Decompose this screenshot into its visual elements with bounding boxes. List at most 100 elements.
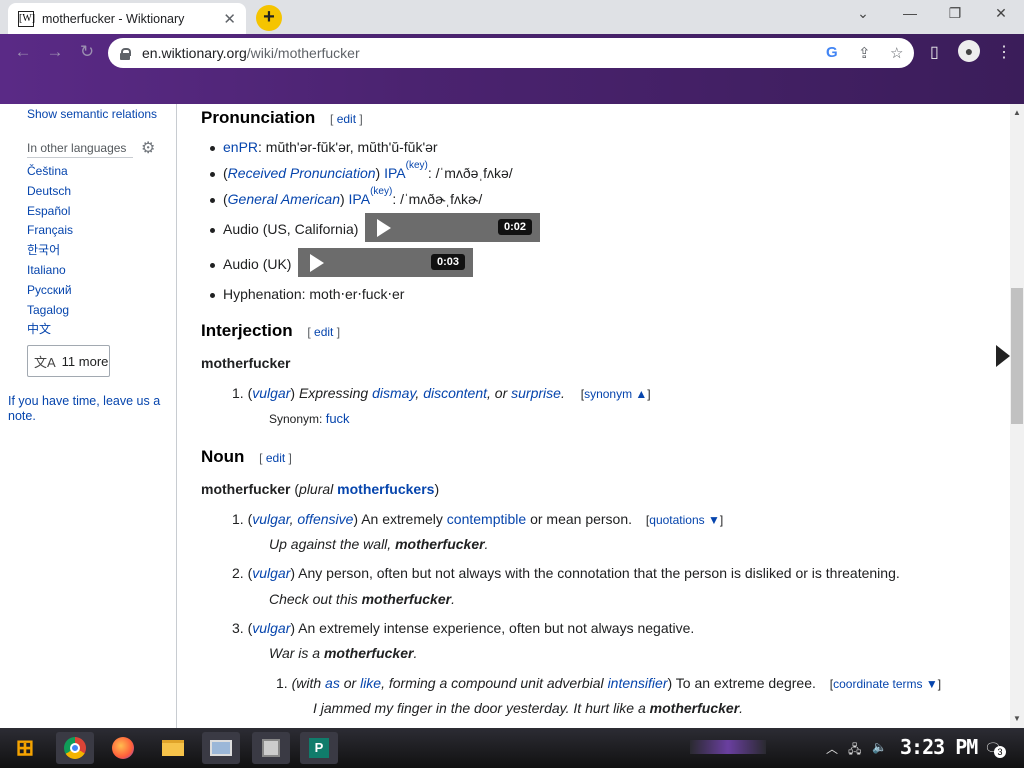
vulgar-tag-link[interactable]: vulgar	[252, 385, 290, 401]
audio-player-us[interactable]: 0:02	[365, 213, 540, 242]
language-link[interactable]: Deutsch	[27, 182, 73, 202]
language-link[interactable]: 中文	[27, 320, 73, 340]
scroll-up-icon[interactable]: ▲	[1013, 108, 1021, 117]
enpr-link[interactable]: enPR	[223, 139, 258, 155]
plural-label: plural	[299, 481, 334, 497]
language-link[interactable]: Tagalog	[27, 301, 73, 321]
gear-icon[interactable]: ⚙	[141, 138, 155, 158]
close-tab-icon[interactable]: ✕	[223, 10, 236, 28]
address-bar[interactable]: en.wiktionary.org/wiki/motherfucker G ⇪ …	[108, 38, 914, 68]
scroll-thumb[interactable]	[1011, 288, 1023, 424]
edit-wrapper: [ edit ]	[330, 112, 363, 126]
file-explorer-icon[interactable]	[154, 732, 192, 764]
received-pronunciation-link[interactable]: Received Pronunciation	[228, 165, 376, 181]
new-tab-button[interactable]: +	[256, 5, 282, 31]
audio-player-uk[interactable]: 0:03	[298, 248, 473, 277]
language-link[interactable]: Italiano	[27, 261, 73, 281]
side-panel-icon[interactable]: ▯	[930, 42, 939, 62]
quotations-toggle[interactable]: quotations ▼	[649, 513, 720, 527]
surprise-link[interactable]: surprise	[511, 385, 561, 401]
ipa-key-link[interactable]: (key)	[406, 160, 428, 171]
show-semantic-relations-link[interactable]: Show semantic relations	[27, 107, 157, 121]
share-icon[interactable]: ⇪	[858, 44, 871, 62]
gam-ipa-value: : /ˈmʌðɚˌfʌkɚ/	[392, 191, 483, 207]
synonym-toggle[interactable]: synonym ▲	[584, 387, 647, 401]
discontent-link[interactable]: discontent	[423, 385, 487, 401]
ipa-link[interactable]: IPA	[349, 191, 371, 207]
chrome-taskbar-icon[interactable]	[56, 732, 94, 764]
synonym-link[interactable]: fuck	[326, 411, 350, 426]
list-item: Audio (US, California)	[209, 221, 358, 237]
plural-link[interactable]: motherfuckers	[337, 481, 434, 497]
intensifier-link[interactable]: intensifier	[608, 675, 668, 691]
hyphenation-text: Hyphenation: moth‧er‧fuck‧er	[223, 286, 405, 302]
app-taskbar-icon[interactable]	[252, 732, 290, 764]
example-text: Check out this	[269, 591, 362, 607]
notification-count-badge: 3	[994, 746, 1006, 758]
show-hidden-icons-icon[interactable]: ︿	[826, 740, 838, 757]
vulgar-tag-link[interactable]: vulgar	[252, 565, 290, 581]
menu-dots-icon[interactable]: ⋮	[996, 42, 1012, 62]
dismay-link[interactable]: dismay	[372, 385, 415, 401]
as-link[interactable]: as	[325, 675, 340, 691]
tag-text: offensive	[297, 511, 354, 527]
language-link[interactable]: Español	[27, 202, 73, 222]
back-arrow-icon[interactable]: ←	[8, 42, 38, 62]
forward-arrow-icon[interactable]: →	[40, 42, 70, 62]
contemptible-link[interactable]: contemptible	[447, 511, 526, 527]
edit-noun-link[interactable]: edit	[266, 451, 285, 465]
network-icon[interactable]: 🖧	[848, 740, 861, 761]
vulgar-tag-link[interactable]: vulgar	[252, 620, 290, 636]
or-text: or	[343, 675, 357, 691]
noun-headword: motherfucker	[201, 481, 291, 497]
language-link[interactable]: Čeština	[27, 162, 73, 182]
tab-search-icon[interactable]: ⌄	[848, 5, 878, 22]
offensive-tag-link[interactable]: offensive	[297, 511, 353, 527]
scroll-down-icon[interactable]: ▼	[1013, 714, 1021, 723]
example-bold: motherfucker	[649, 700, 740, 716]
tag-text: vulgar	[252, 565, 291, 581]
publisher-taskbar-icon[interactable]: P	[300, 732, 338, 764]
restore-button[interactable]: ❐	[940, 5, 970, 22]
audio-duration: 0:03	[430, 254, 465, 270]
w3: surprise	[511, 385, 561, 401]
def-text: Any person, often but not always with th…	[298, 565, 900, 581]
language-link[interactable]: Français	[27, 221, 73, 241]
noun-headword-line: motherfucker (plural motherfuckers)	[201, 481, 440, 497]
more-languages-button[interactable]: 文A 11 more	[27, 345, 110, 377]
volume-icon[interactable]: 🔈	[872, 740, 887, 754]
firefox-taskbar-icon[interactable]	[104, 732, 142, 764]
example-bold: motherfucker	[323, 645, 414, 661]
general-american-link[interactable]: General American	[228, 191, 340, 207]
edit-interjection-link[interactable]: edit	[314, 325, 333, 339]
computer-taskbar-icon[interactable]	[202, 732, 240, 764]
edit-wrapper: [ edit ]	[307, 325, 341, 339]
taskbar-clock[interactable]: 3:23 PM	[900, 735, 978, 759]
rp-ipa-value: : /ˈmʌðəˌfʌkə/	[427, 165, 513, 181]
edit-pronunciation-link[interactable]: edit	[337, 112, 356, 126]
page-scrollbar[interactable]: ▲ ▼	[1010, 104, 1024, 728]
lock-icon[interactable]	[120, 47, 131, 60]
language-link[interactable]: Русский	[27, 281, 73, 301]
start-button[interactable]: ⊞	[6, 732, 44, 764]
vulgar-tag-link[interactable]: vulgar	[252, 511, 289, 527]
minimize-button[interactable]: —	[895, 5, 925, 21]
edit-wrapper: [ edit ]	[259, 451, 292, 465]
coordinate-terms-toggle[interactable]: coordinate terms ▼	[833, 677, 938, 691]
leave-note-link[interactable]: If you have time, leave us a note.	[8, 394, 168, 424]
google-icon[interactable]: G	[826, 44, 838, 61]
play-icon[interactable]	[377, 218, 391, 237]
profile-avatar-icon[interactable]: ●	[958, 40, 980, 62]
reload-icon[interactable]: ↻	[72, 42, 102, 62]
close-window-button[interactable]: ✕	[986, 5, 1016, 22]
like-link[interactable]: like	[360, 675, 381, 691]
ipa-link[interactable]: IPA	[384, 165, 406, 181]
play-icon[interactable]	[310, 253, 324, 272]
ipa-key-link[interactable]: (key)	[370, 186, 392, 197]
bookmark-star-icon[interactable]: ☆	[890, 44, 903, 62]
synonym-label: Synonym:	[269, 412, 323, 426]
language-link[interactable]: 한국어	[27, 241, 73, 261]
with-text: with	[296, 675, 322, 691]
interjection-title: Interjection	[201, 321, 293, 340]
browser-tab[interactable]: [W] motherfucker - Wiktionary ✕	[8, 3, 246, 34]
